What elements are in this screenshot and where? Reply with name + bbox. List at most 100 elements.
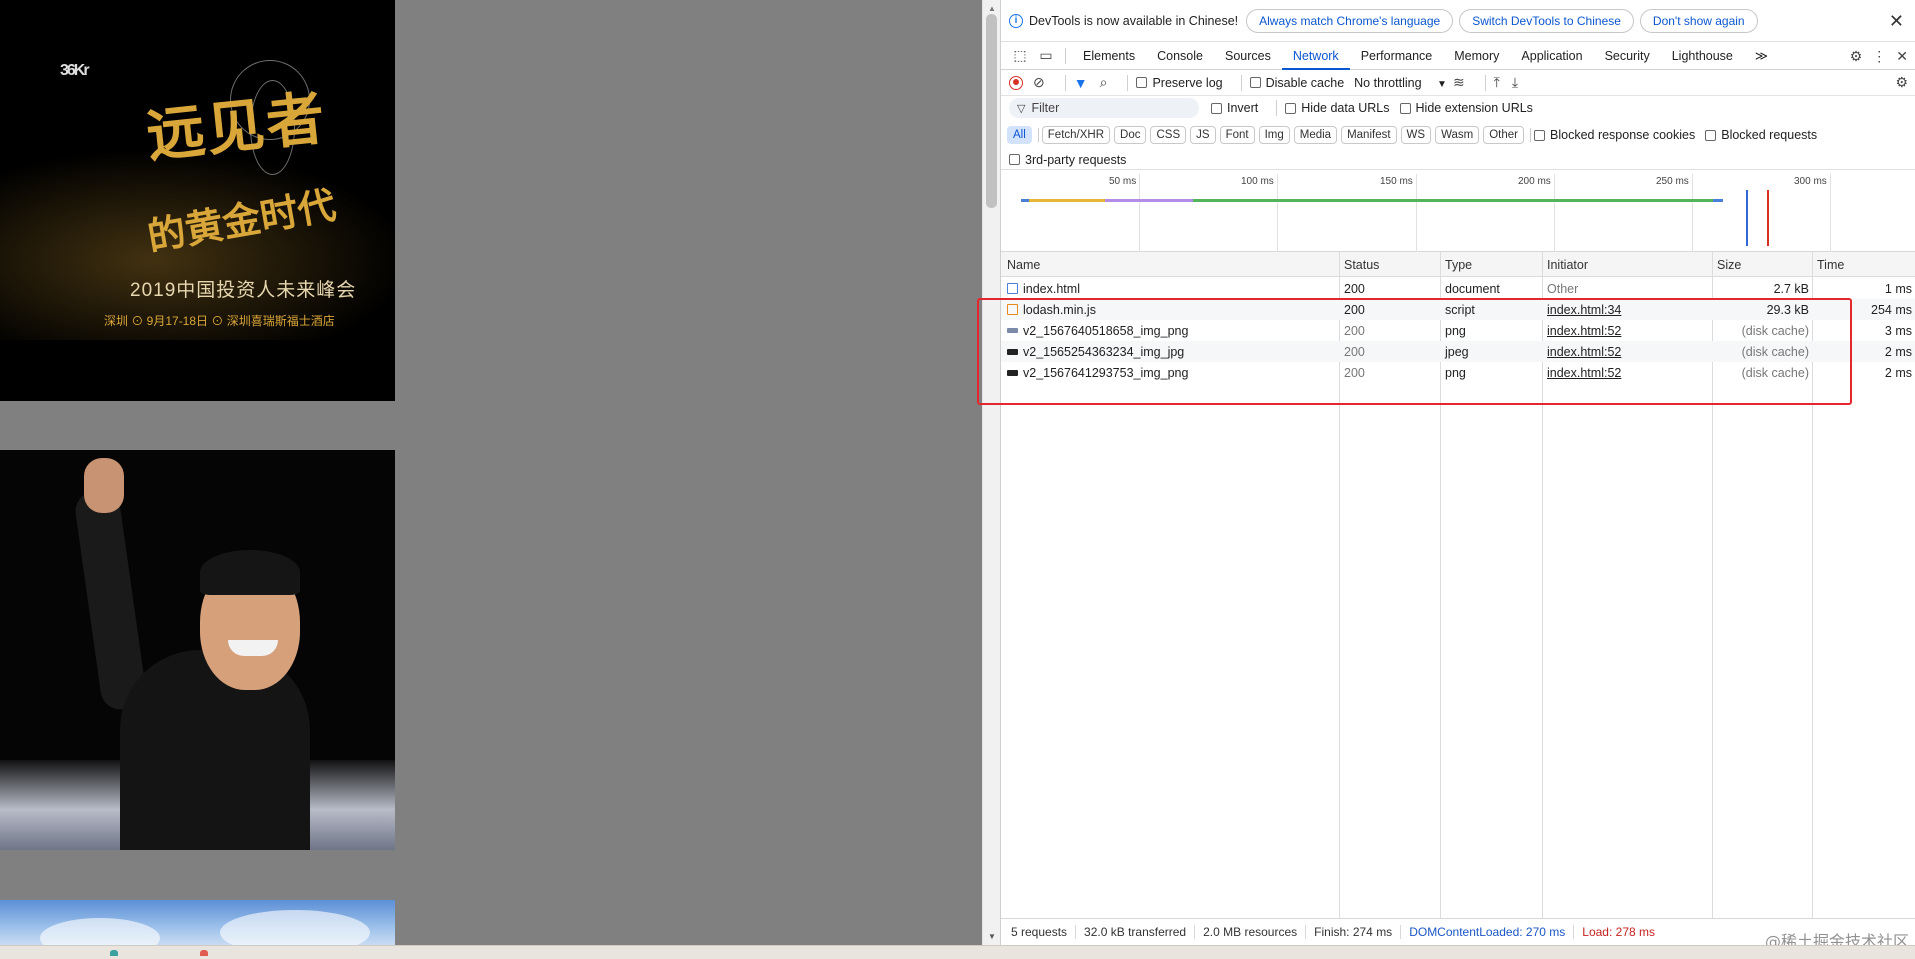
network-overview-timeline[interactable]: 50 ms 100 ms 150 ms 200 ms 250 ms 300 ms [1001,170,1915,252]
request-name: lodash.min.js [1023,303,1096,317]
type-filter-all[interactable]: All [1007,126,1032,144]
request-initiator-link[interactable]: index.html:52 [1547,345,1621,359]
timeline-tick-label: 250 ms [1656,176,1689,187]
invert-label: Invert [1227,101,1259,115]
column-header-type[interactable]: Type [1445,258,1472,272]
type-filter-doc[interactable]: Doc [1114,126,1147,144]
match-language-button[interactable]: Always match Chrome's language [1246,8,1454,33]
export-har-icon[interactable]: ⤓ [1512,74,1518,91]
type-filter-font[interactable]: Font [1219,126,1255,144]
clear-icon[interactable]: ⊘ [1033,74,1045,91]
checkbox-box[interactable] [1249,77,1261,88]
network-conditions-icon[interactable]: ≋ [1453,74,1465,91]
type-filter-img[interactable]: Img [1258,126,1290,144]
table-row[interactable]: lodash.min.js 200 script index.html:34 2… [1001,299,1915,320]
tab-network[interactable]: Network [1281,42,1350,70]
close-devtools-icon[interactable]: ✕ [1896,48,1908,65]
column-header-name[interactable]: Name [1007,258,1040,272]
tab-sources[interactable]: Sources [1214,42,1282,70]
checkbox-box[interactable] [1705,129,1717,141]
checkbox-box[interactable] [1399,102,1411,114]
request-name: v2_1567640518658_img_png [1023,324,1189,338]
scroll-down-icon[interactable]: ▼ [988,932,996,941]
blocked-response-cookies-checkbox[interactable]: Blocked response cookies [1534,128,1695,142]
table-row[interactable]: v2_1567640518658_img_png 200 png index.h… [1001,320,1915,341]
table-row[interactable]: v2_1567641293753_img_png 200 png index.h… [1001,362,1915,383]
tab-lighthouse[interactable]: Lighthouse [1661,42,1744,70]
column-header-status[interactable]: Status [1344,258,1379,272]
filter-icon: ▽ [1017,102,1026,115]
inspect-element-icon[interactable]: ⬚ [1007,47,1033,64]
tab-performance[interactable]: Performance [1350,42,1444,70]
type-filter-media[interactable]: Media [1293,126,1338,144]
column-header-size[interactable]: Size [1717,258,1741,272]
device-toolbar-icon[interactable]: ▭ [1033,47,1059,64]
third-party-label: 3rd-party requests [1025,152,1127,167]
request-name: index.html [1023,282,1080,296]
request-type: png [1445,324,1466,338]
checkbox-box[interactable] [1136,77,1148,88]
type-filter-manifest[interactable]: Manifest [1341,126,1397,144]
filter-placeholder: Filter [1031,101,1060,115]
hide-extension-urls-checkbox[interactable]: Hide extension URLs [1399,101,1533,115]
request-time: 1 ms [1884,282,1912,296]
disable-cache-checkbox[interactable]: Disable cache [1249,76,1344,90]
timeline-tick-label: 150 ms [1380,176,1413,187]
type-filter-js[interactable]: JS [1190,126,1216,144]
dont-show-again-button[interactable]: Don't show again [1639,8,1758,33]
record-icon[interactable] [1009,75,1023,90]
checkbox-box[interactable] [1009,154,1020,165]
checkbox-box[interactable] [1211,102,1222,114]
image-file-icon [1007,328,1018,333]
type-filter-css[interactable]: CSS [1150,126,1187,144]
tab-security[interactable]: Security [1594,42,1661,70]
poster-event: 2019中国投资人未来峰会 [130,280,357,301]
page-scrollbar[interactable]: ▲ ▼ [982,0,1000,945]
os-taskbar [0,945,1915,959]
blocked-response-cookies-label: Blocked response cookies [1550,128,1696,142]
switch-language-button[interactable]: Switch DevTools to Chinese [1459,8,1634,33]
type-filter-other[interactable]: Other [1483,126,1524,144]
load-marker [1767,190,1769,246]
third-party-row: 3rd-party requests [1001,150,1915,170]
blocked-requests-checkbox[interactable]: Blocked requests [1705,128,1817,142]
request-initiator-link[interactable]: index.html:52 [1547,324,1621,338]
more-options-icon[interactable]: ⋮ [1872,48,1886,65]
settings-gear-icon[interactable]: ⚙ [1850,48,1863,65]
tab-elements[interactable]: Elements [1072,42,1146,70]
tab-application[interactable]: Application [1510,42,1593,70]
third-party-checkbox[interactable]: 3rd-party requests [1009,153,1126,167]
tab-console[interactable]: Console [1146,42,1214,70]
checkbox-box[interactable] [1285,102,1297,114]
scrollbar-thumb[interactable] [986,14,997,208]
filter-funnel-icon[interactable]: ▼ [1074,75,1088,91]
import-har-icon[interactable]: ⤒ [1494,74,1500,91]
throttling-select[interactable]: No throttling ▼ [1354,76,1447,90]
taskbar-app-icon[interactable] [110,950,118,956]
column-header-initiator[interactable]: Initiator [1547,258,1588,272]
network-settings-gear-icon[interactable]: ⚙ [1895,74,1908,91]
preserve-log-checkbox[interactable]: Preserve log [1136,76,1223,90]
hide-data-urls-checkbox[interactable]: Hide data URLs [1285,101,1390,115]
search-icon[interactable]: ⌕ [1100,74,1108,91]
invert-checkbox[interactable]: Invert [1211,101,1258,115]
table-row[interactable]: v2_1565254363234_img_jpg 200 jpeg index.… [1001,341,1915,362]
type-filter-fetch-xhr[interactable]: Fetch/XHR [1041,126,1111,144]
close-icon[interactable]: ✕ [1889,11,1904,32]
request-initiator-link[interactable]: index.html:34 [1547,303,1621,317]
request-initiator-link[interactable]: index.html:52 [1547,366,1621,380]
type-filter-wasm[interactable]: Wasm [1435,126,1480,144]
table-row[interactable]: index.html 200 document Other 2.7 kB 1 m… [1001,278,1915,299]
checkbox-box[interactable] [1534,129,1545,141]
request-size: 2.7 kB [1773,282,1809,296]
filter-input[interactable]: ▽ Filter [1009,98,1199,118]
tab-memory[interactable]: Memory [1443,42,1510,70]
summary-dom-content-loaded: DOMContentLoaded: 270 ms [1401,925,1575,939]
type-filter-ws[interactable]: WS [1400,126,1432,144]
column-header-time[interactable]: Time [1817,258,1844,272]
poster-details: 深圳 ⊙ 9月17-18日 ⊙ 深圳喜瑞斯福士酒店 [104,314,335,328]
speaker-photo [0,450,395,850]
taskbar-app-icon[interactable] [200,950,208,956]
more-tabs-icon[interactable]: ≫ [1744,42,1779,70]
scroll-up-icon[interactable]: ▲ [988,4,996,13]
